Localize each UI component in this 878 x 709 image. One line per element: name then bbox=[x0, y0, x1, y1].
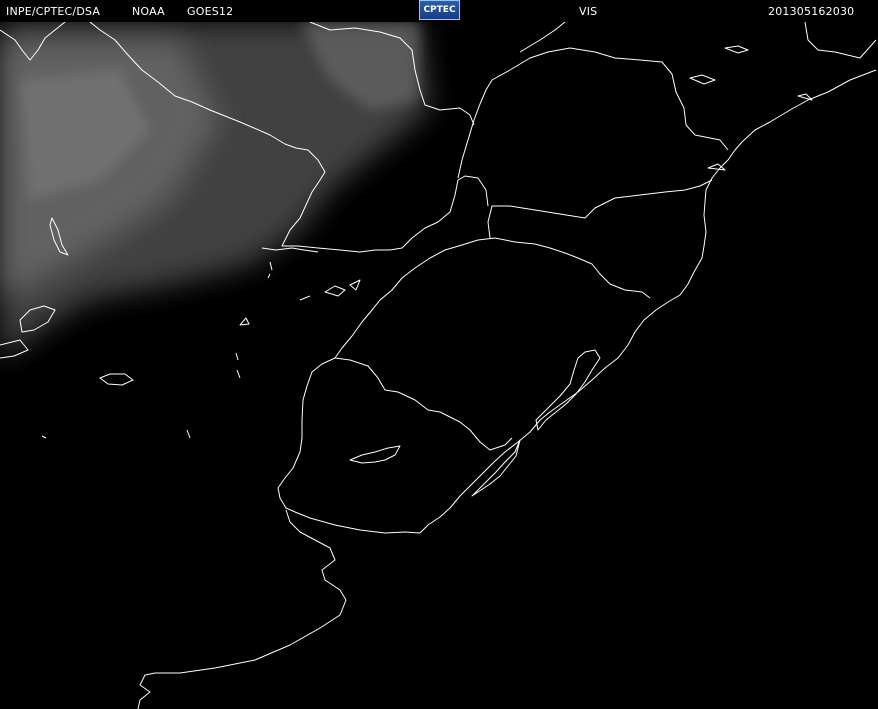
border-sao-paulo bbox=[457, 47, 729, 179]
border-states bbox=[487, 179, 713, 239]
border-argentina-brazil bbox=[334, 237, 651, 359]
channel-label: VIS bbox=[579, 5, 598, 18]
header-bar: INPE/CPTEC/DSA NOAA GOES12 CPTEC VIS 201… bbox=[0, 0, 878, 22]
lagoon-dam bbox=[349, 445, 401, 464]
cptec-logo: CPTEC bbox=[419, 0, 460, 20]
satellite-label: GOES12 bbox=[187, 5, 234, 18]
border-parana bbox=[359, 175, 489, 253]
coastline-south bbox=[137, 509, 347, 709]
provider-label: NOAA bbox=[132, 5, 165, 18]
agency-label: INPE/CPTEC/DSA bbox=[6, 5, 101, 18]
lagoon-patos bbox=[535, 349, 601, 431]
cloud-cover bbox=[0, 22, 430, 360]
border-uruguay bbox=[334, 357, 513, 451]
timestamp-label: 201305162030 bbox=[768, 5, 855, 18]
satellite-map bbox=[0, 22, 877, 709]
